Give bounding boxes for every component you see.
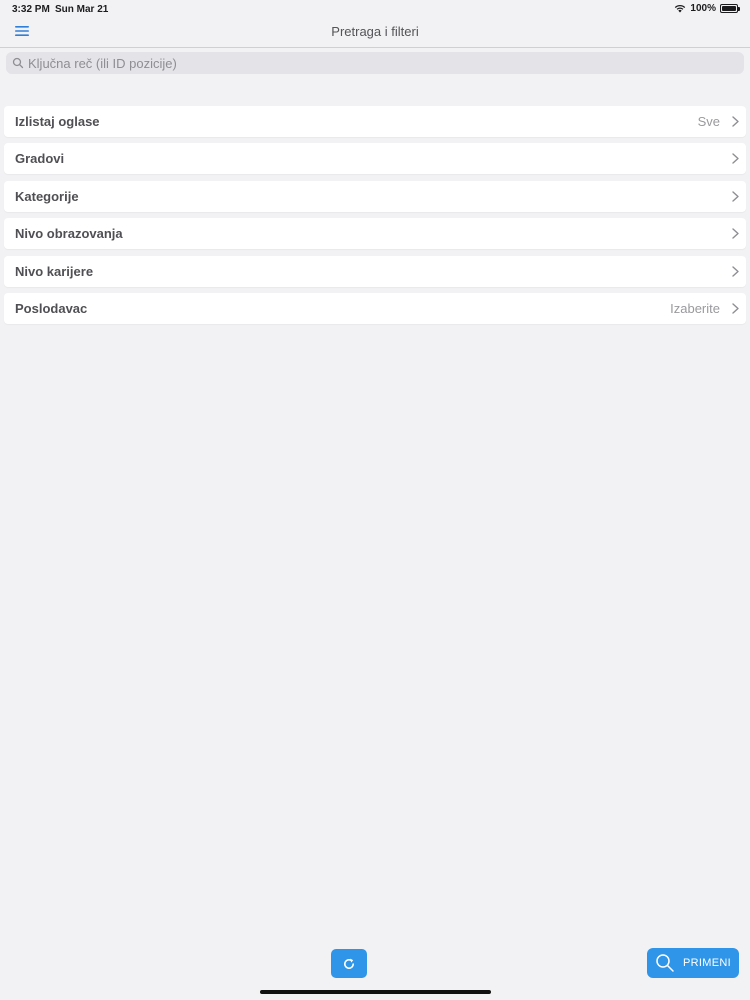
battery-level [722, 6, 736, 11]
filter-value: Izaberite [670, 300, 720, 316]
page-title: Pretraga i filteri [331, 24, 419, 39]
apply-button[interactable]: PRIMENI [647, 948, 739, 978]
filter-list: Izlistaj oglase Sve Gradovi Kategorije N… [4, 106, 746, 330]
filter-value: Sve [697, 114, 720, 129]
filter-label: Poslodavac [15, 300, 88, 316]
refresh-icon [344, 958, 354, 969]
navigation-bar: Pretraga i filteri [0, 18, 750, 48]
filter-row-gradovi[interactable]: Gradovi [4, 143, 746, 175]
filter-row-nivo-obrazovanja[interactable]: Nivo obrazovanja [4, 218, 746, 250]
filter-row-nivo-karijere[interactable]: Nivo karijere [4, 255, 746, 287]
apply-button-label: PRIMENI [683, 957, 731, 969]
status-indicators: 100% [674, 3, 740, 14]
filter-label: Nivo karijere [15, 263, 94, 279]
status-time: 3:32 PM [12, 4, 50, 15]
refresh-button[interactable] [331, 949, 367, 978]
filter-row-poslodavac[interactable]: Poslodavac Izaberite [4, 292, 746, 324]
search-icon [656, 954, 674, 972]
filter-label: Nivo obrazovanja [15, 226, 123, 242]
chevron-right-icon [732, 116, 739, 127]
chevron-right-icon [732, 265, 739, 277]
chevron-right-icon [732, 191, 739, 202]
filter-label: Kategorije [15, 188, 79, 204]
filter-row-izlistaj-oglase[interactable]: Izlistaj oglase Sve [4, 106, 746, 137]
chevron-right-icon [732, 303, 739, 314]
search-input[interactable] [28, 55, 728, 71]
battery-icon [720, 4, 740, 13]
search-icon [12, 57, 24, 69]
status-bar: 3:32 PM Sun Mar 21 100% [0, 0, 750, 18]
status-date: Sun Mar 21 [55, 4, 109, 15]
wifi-icon [675, 5, 686, 13]
chevron-right-icon [732, 153, 739, 165]
battery-percent: 100% [690, 3, 716, 14]
search-bar[interactable] [6, 52, 744, 74]
home-indicator [260, 990, 491, 994]
filter-row-kategorije[interactable]: Kategorije [4, 180, 746, 212]
filter-label: Gradovi [15, 151, 65, 167]
chevron-right-icon [732, 228, 739, 239]
filter-label: Izlistaj oglase [15, 114, 100, 129]
